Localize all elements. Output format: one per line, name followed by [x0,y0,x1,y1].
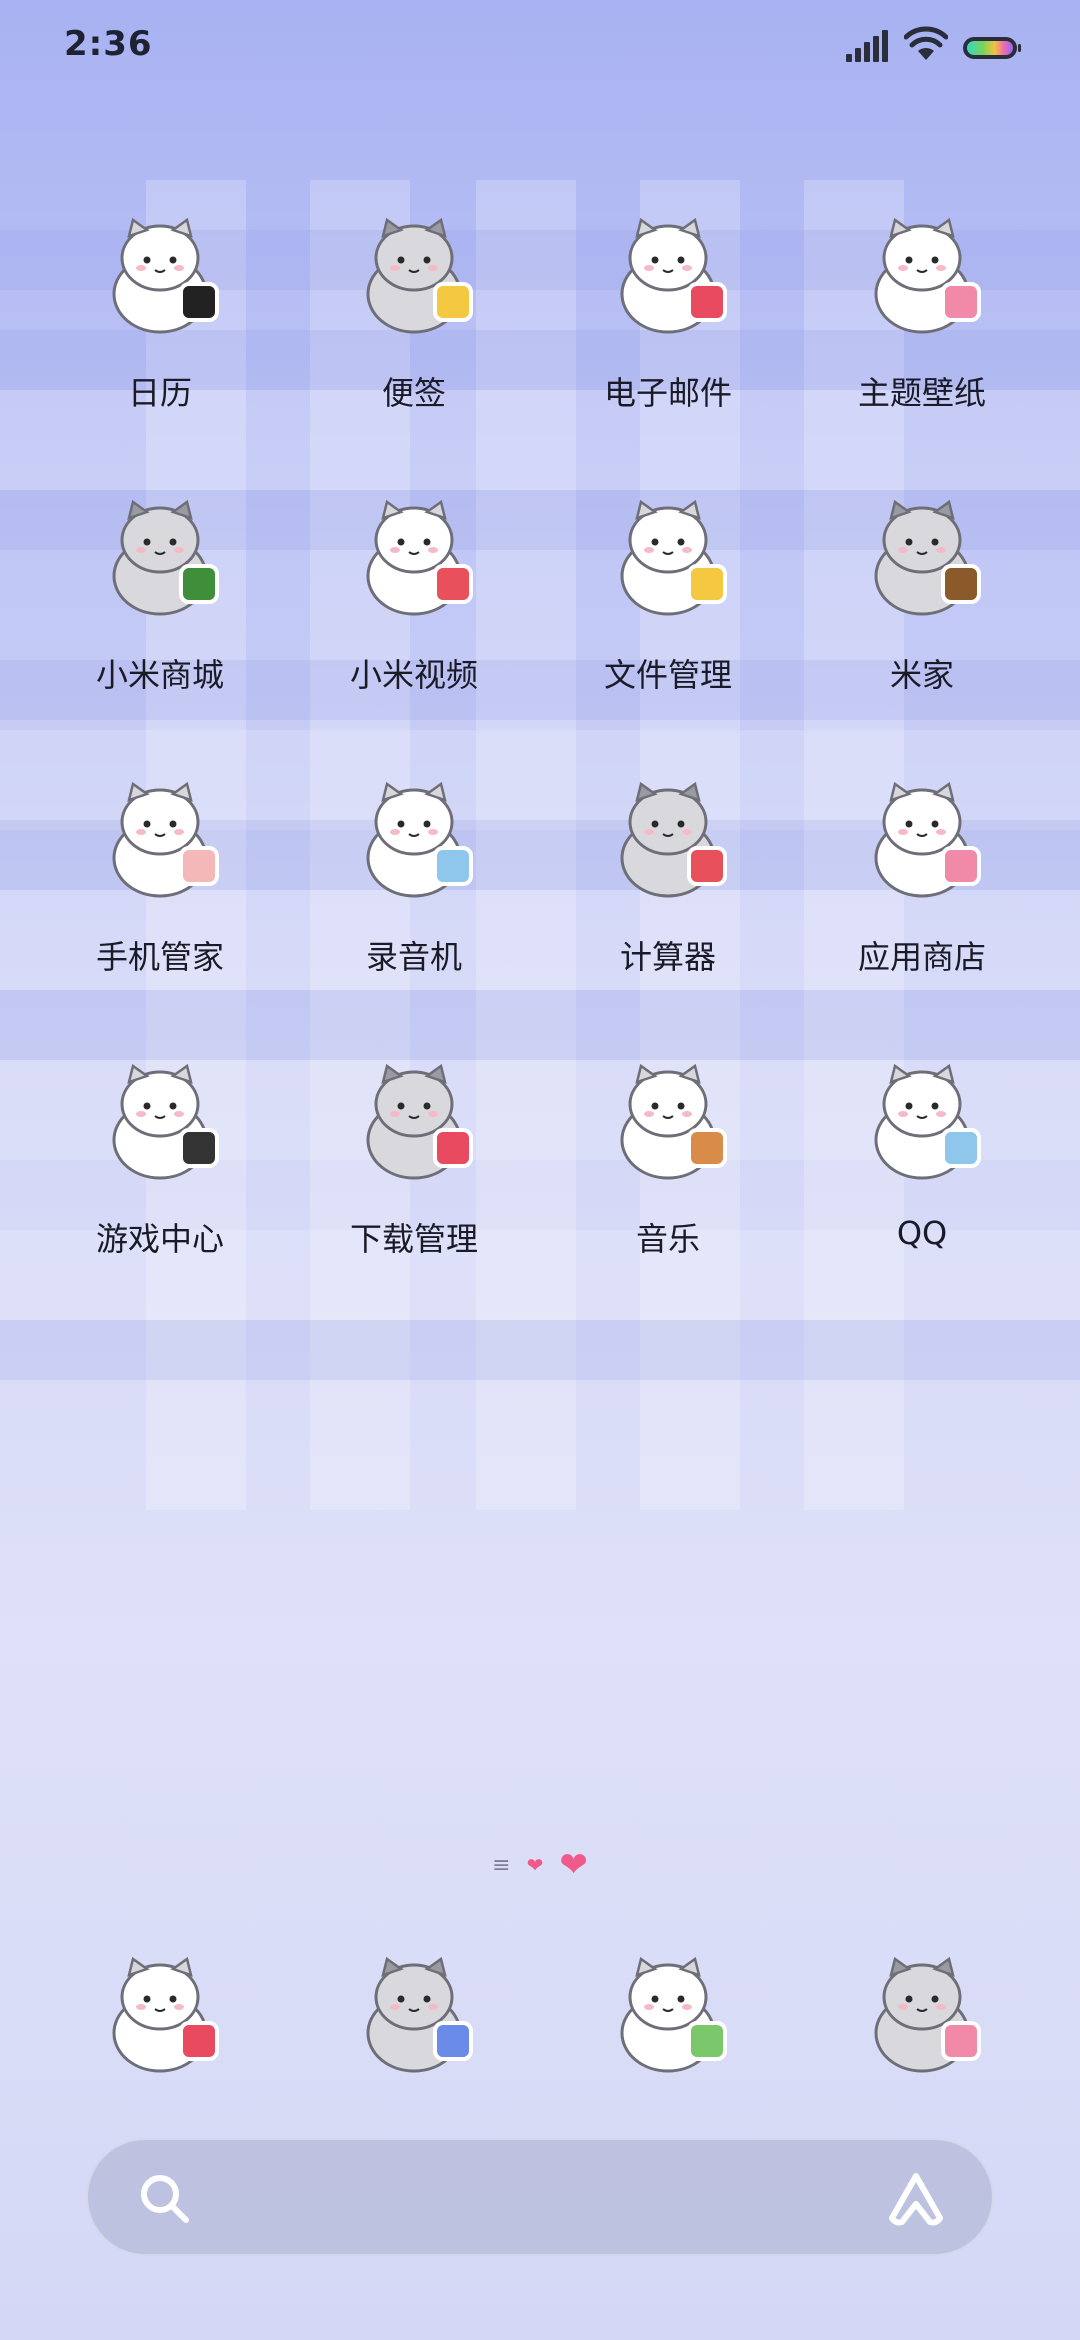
page-dot-heart[interactable]: ❤ [527,1853,544,1877]
games-cat-icon[interactable] [85,1042,235,1192]
assistant-icon[interactable] [884,2170,948,2228]
email-cat-icon[interactable] [593,196,743,346]
battery-icon [963,37,1021,59]
files-cat-icon[interactable] [593,478,743,628]
app-label: 文件管理 [603,656,732,694]
app-download[interactable]: 下载管理 [287,1026,541,1308]
notes-cat-icon[interactable] [339,196,489,346]
app-label: 手机管家 [95,938,224,976]
mijia-cat-icon[interactable] [847,478,997,628]
app-label: 应用商店 [857,938,986,976]
page-dot-menu[interactable]: ≡ [492,1853,510,1878]
app-mijia[interactable]: 米家 [795,462,1049,744]
app-label: 米家 [889,656,954,694]
calculator-cat-icon[interactable] [593,760,743,910]
app-label: 便签 [381,374,446,412]
signal-icon [846,30,888,62]
theme-cat-icon[interactable] [847,196,997,346]
app-label: 电子邮件 [603,374,732,412]
app-label: QQ [896,1214,948,1252]
download-cat-icon[interactable] [339,1042,489,1192]
page-indicator: ≡ ❤ ❤ [0,1848,1080,1882]
app-email[interactable]: 电子邮件 [541,180,795,462]
search-icon[interactable] [138,2172,192,2226]
appstore-cat-icon[interactable] [847,760,997,910]
video-cat-icon[interactable] [339,478,489,628]
app-label: 小米商城 [95,656,224,694]
music-cat-icon[interactable] [593,1042,743,1192]
app-games[interactable]: 游戏中心 [33,1026,287,1308]
app-files[interactable]: 文件管理 [541,462,795,744]
status-time: 2:36 [64,24,153,64]
app-calendar[interactable]: 日历 [33,180,287,462]
app-recorder[interactable]: 录音机 [287,744,541,1026]
search-bar[interactable] [86,2138,994,2256]
calendar-cat-icon[interactable] [85,196,235,346]
browser-cat-icon[interactable] [287,1930,541,2090]
app-label: 音乐 [635,1220,700,1258]
app-theme[interactable]: 主题壁纸 [795,180,1049,462]
app-label: 小米视频 [349,656,478,694]
messages-cat-icon[interactable] [541,1930,795,2090]
security-cat-icon[interactable] [85,760,235,910]
app-music[interactable]: 音乐 [541,1026,795,1308]
app-notes[interactable]: 便签 [287,180,541,462]
dock [0,1930,1080,2090]
wifi-icon [904,26,948,60]
recorder-cat-icon[interactable] [339,760,489,910]
status-bar: 2:36 [0,0,1080,96]
camera-cat-icon[interactable] [795,1930,1049,2090]
app-label: 录音机 [365,938,462,976]
app-label: 主题壁纸 [857,374,986,412]
mall-cat-icon[interactable] [85,478,235,628]
app-calculator[interactable]: 计算器 [541,744,795,1026]
phone-cat-icon[interactable] [33,1930,287,2090]
app-label: 下载管理 [349,1220,478,1258]
app-appstore[interactable]: 应用商店 [795,744,1049,1026]
app-qq[interactable]: QQ [795,1026,1049,1308]
app-video[interactable]: 小米视频 [287,462,541,744]
app-mall[interactable]: 小米商城 [33,462,287,744]
app-label: 日历 [127,374,192,412]
qq-cat-icon[interactable] [847,1042,997,1192]
app-label: 计算器 [619,938,716,976]
app-label: 游戏中心 [95,1220,224,1258]
app-grid: 日历 便签 电子邮件 主题壁纸 小米商城 小米视频 文件管理 米家 手机管家 录… [0,180,1080,1308]
page-dot-heart-active[interactable]: ❤ [559,1848,588,1882]
app-security[interactable]: 手机管家 [33,744,287,1026]
